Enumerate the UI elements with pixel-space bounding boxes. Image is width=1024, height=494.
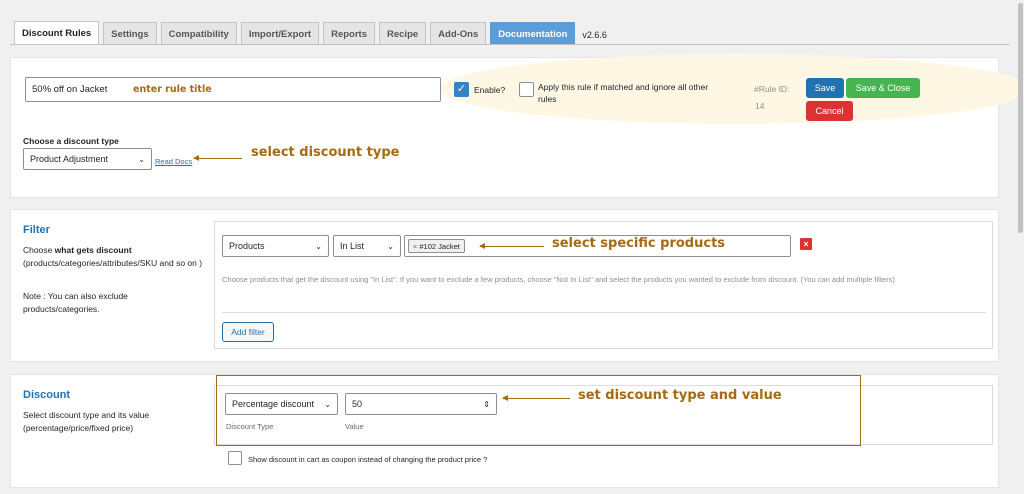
- apply-exclusive-label-line2: rules: [538, 94, 557, 104]
- product-tag[interactable]: × #102 Jacket: [408, 239, 465, 253]
- tab-compatibility[interactable]: Compatibility: [160, 22, 237, 45]
- chevron-down-icon: ⌄: [324, 399, 331, 409]
- discount-method-selected: Percentage discount: [232, 399, 315, 409]
- coupon-checkbox[interactable]: [228, 451, 242, 465]
- rule-title-value: 50% off on Jacket: [32, 84, 108, 95]
- discount-type-label: Choose a discount type: [23, 136, 119, 146]
- discount-method-select[interactable]: Percentage discount ⌄: [225, 393, 338, 415]
- filter-operator-select[interactable]: In List ⌄: [333, 235, 401, 257]
- discount-type-annotation: select discount type: [251, 145, 400, 160]
- stepper-icon[interactable]: ⇕: [483, 400, 490, 409]
- discount-description: Select discount type and its value (perc…: [23, 410, 150, 433]
- apply-exclusive-checkbox[interactable]: [519, 82, 534, 97]
- filter-operator-selected: In List: [340, 241, 365, 251]
- products-annotation: select specific products: [552, 236, 726, 251]
- tab-documentation[interactable]: Documentation: [490, 22, 576, 45]
- tab-recipe[interactable]: Recipe: [379, 22, 427, 45]
- enable-checkbox[interactable]: ✓: [454, 82, 469, 97]
- read-docs-link[interactable]: Read Docs: [155, 157, 192, 166]
- arrow-left-icon: [479, 243, 544, 249]
- discount-value: 50: [352, 399, 363, 409]
- filter-divider: [222, 312, 986, 313]
- tab-add-ons[interactable]: Add-Ons: [430, 22, 487, 45]
- discount-annotation: set discount type and value: [578, 388, 782, 403]
- tab-settings[interactable]: Settings: [103, 22, 157, 45]
- discount-title: Discount: [23, 389, 71, 401]
- filter-title: Filter: [23, 224, 50, 236]
- save-close-button[interactable]: Save & Close: [846, 78, 920, 98]
- discount-type-selected: Product Adjustment: [30, 154, 109, 164]
- filter-desc-prefix: Choose: [23, 245, 55, 255]
- remove-filter-icon[interactable]: ×: [800, 238, 812, 250]
- tab-reports[interactable]: Reports: [323, 22, 375, 45]
- filter-desc-rest: (products/categories/attributes/SKU and …: [23, 257, 203, 268]
- chevron-down-icon: ⌄: [315, 241, 322, 251]
- save-button[interactable]: Save: [806, 78, 844, 98]
- discount-type-caption: Discount Type: [226, 422, 274, 431]
- tab-import-export[interactable]: Import/Export: [240, 22, 320, 45]
- enable-label: Enable?: [474, 85, 506, 95]
- discount-type-select[interactable]: Product Adjustment ⌄: [23, 148, 152, 170]
- arrow-left-icon: [502, 395, 570, 401]
- cancel-button[interactable]: Cancel: [806, 101, 853, 121]
- tab-discount-rules[interactable]: Discount Rules: [14, 21, 100, 45]
- apply-exclusive-label-line1: Apply this rule if matched and ignore al…: [538, 82, 709, 92]
- tab-bar: Discount Rules Settings Compatibility Im…: [14, 21, 607, 45]
- filter-type-select[interactable]: Products ⌄: [222, 235, 329, 257]
- filter-desc-bold: what gets discount: [54, 245, 132, 255]
- filter-help-text: Choose products that get the discount us…: [222, 275, 895, 284]
- rule-id-value: 14: [755, 101, 765, 111]
- coupon-label: Show discount in cart as coupon instead …: [248, 455, 488, 464]
- filter-description: Choose what gets discount (products/cate…: [23, 244, 203, 269]
- chevron-down-icon: ⌄: [387, 241, 394, 251]
- add-filter-button[interactable]: Add filter: [222, 322, 274, 342]
- tab-divider: [10, 44, 1010, 45]
- tag-label: #102 Jacket: [419, 241, 460, 251]
- scrollbar-thumb[interactable]: [1018, 3, 1023, 233]
- tag-remove-icon[interactable]: ×: [413, 242, 417, 251]
- rule-title-annotation: enter rule title: [133, 84, 212, 95]
- filter-note: Note : You can also exclude products/cat…: [23, 291, 128, 314]
- filter-type-selected: Products: [229, 241, 265, 251]
- discount-value-caption: Value: [345, 422, 364, 431]
- chevron-down-icon: ⌄: [138, 154, 145, 164]
- rule-id-label: #Rule ID:: [754, 84, 790, 94]
- version-label: v2.6.6: [582, 30, 607, 40]
- discount-value-input[interactable]: 50 ⇕: [345, 393, 497, 415]
- rule-title-input[interactable]: 50% off on Jacket: [25, 77, 441, 102]
- arrow-left-icon: [193, 155, 242, 161]
